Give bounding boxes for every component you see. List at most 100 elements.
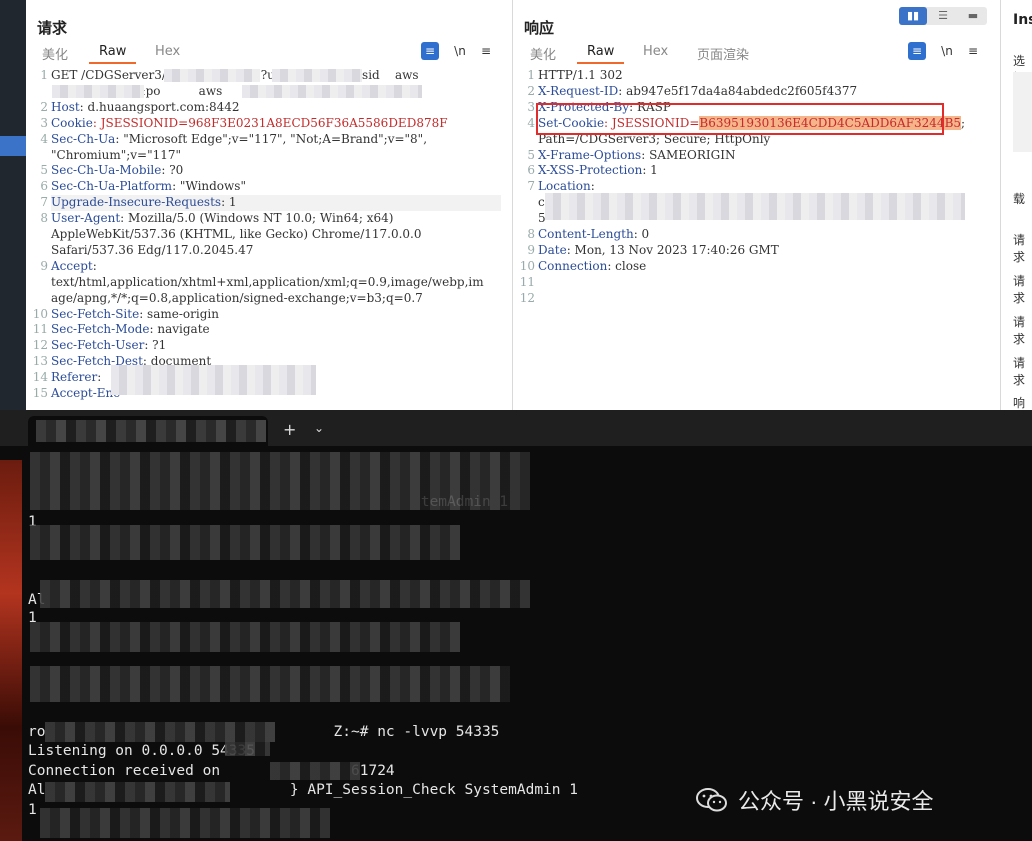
inspector-item[interactable]: 载	[1013, 190, 1025, 207]
line-number: 7	[527, 179, 535, 194]
split-view-icon[interactable]: ▮▮	[899, 7, 927, 25]
header-value: : navigate	[149, 322, 210, 337]
redacted-region	[111, 365, 316, 395]
line-number: 2	[40, 99, 48, 114]
header-name: X-XSS-Protection	[538, 163, 643, 178]
header-name: Host	[51, 99, 80, 114]
code-line: Accept:	[51, 259, 97, 275]
left-side-selected-item[interactable]	[0, 136, 26, 156]
header-value: : SAMEORIGIN	[641, 147, 736, 162]
layout-toggle: ▮▮ ☰ ▬	[899, 7, 987, 25]
horizontal-view-icon[interactable]: ☰	[929, 7, 957, 25]
request-tab-hex[interactable]: Hex	[155, 44, 180, 59]
chevron-down-icon[interactable]: ⌄	[314, 421, 324, 435]
raw-text: AppleWebKit/537.36 (KHTML, like Gecko) C…	[51, 227, 422, 241]
line-number: 10	[519, 258, 535, 273]
raw-text: age/apng,*/*;q=0.8,application/signed-ex…	[51, 290, 423, 305]
redacted-region	[242, 85, 422, 98]
code-line: Date: Mon, 13 Nov 2023 17:40:26 GMT	[538, 243, 779, 259]
header-value: : 0	[633, 227, 650, 241]
header-name: Accept-Enc	[51, 386, 120, 400]
redacted-region	[545, 193, 965, 220]
menu-icon[interactable]: ≡	[964, 42, 982, 60]
inspector-item[interactable]: 请求	[1013, 313, 1032, 347]
wrap-lines-icon[interactable]: ≡	[908, 42, 926, 60]
line-number: 3	[527, 99, 535, 114]
header-value: : "Microsoft Edge";v="117", "Not;A=Brand…	[115, 131, 428, 146]
header-value: : same-origin	[139, 306, 219, 321]
redacted-region	[164, 69, 260, 82]
inspector-item[interactable]: 请求	[1013, 354, 1032, 388]
background-window-edge	[0, 460, 22, 841]
inspector-item[interactable]: 请求	[1013, 272, 1032, 306]
line-number: 3	[40, 115, 48, 130]
line-number: 13	[32, 354, 48, 369]
header-name: Accept	[51, 258, 93, 273]
header-value: : ?0	[161, 163, 184, 178]
request-tab-raw[interactable]: Raw	[88, 44, 137, 64]
code-line: Sec-Ch-Ua-Platform: "Windows"	[51, 179, 246, 195]
code-line: User-Agent: Mozilla/5.0 (Windows NT 10.0…	[51, 211, 393, 227]
code-line: Accept-Enc	[51, 386, 120, 402]
redacted-region	[225, 742, 270, 756]
header-value: : 1	[642, 163, 658, 178]
single-view-icon[interactable]: ▬	[959, 7, 987, 25]
line-number: 4	[527, 115, 535, 130]
header-name: Connection	[538, 258, 608, 273]
code-line: Upgrade-Insecure-Requests: 1	[51, 195, 501, 212]
redacted-region	[30, 525, 460, 560]
raw-text: HTTP/1.1 302	[538, 68, 623, 82]
header-value: :	[92, 258, 97, 273]
response-tab-hex[interactable]: Hex	[643, 44, 668, 59]
header-name: Referer	[51, 370, 98, 385]
code-line: c	[538, 195, 545, 211]
code-line: Host: d.huaangsport.com:8442	[51, 100, 240, 116]
line-number: 10	[32, 306, 48, 321]
header-value: : ab947e5f17da4a84abdedc2f605f4377	[618, 83, 858, 98]
header-name: Location	[538, 179, 591, 194]
line-number: 7	[40, 195, 48, 210]
line-number: 8	[40, 211, 48, 226]
header-name: Content-Length	[538, 227, 634, 241]
line-number: 4	[40, 131, 48, 146]
code-line: Referer:	[51, 370, 101, 386]
redacted-region	[52, 85, 144, 98]
newline-toggle-icon[interactable]: \n	[938, 42, 956, 60]
wrap-lines-icon[interactable]: ≡	[421, 42, 439, 60]
response-pane: 响应 美化 Raw Hex 页面渲染 ≡ \n ≡ 1 HTTP/1.1 302 2…	[513, 0, 1001, 410]
header-value: : Mon, 13 Nov 2023 17:40:26 GMT	[566, 242, 779, 257]
response-tab-raw[interactable]: Raw	[576, 44, 625, 64]
code-line: Sec-Fetch-Mode: navigate	[51, 322, 210, 338]
raw-text: text/html,application/xhtml+xml,applicat…	[51, 274, 484, 289]
left-side-panel	[0, 0, 26, 410]
inspector-pane: Ins 选择 载 请求 请求 请求 请求 响应	[1001, 0, 1032, 427]
raw-text: Safari/537.36 Edg/117.0.2045.47	[51, 242, 254, 257]
header-name: Date	[538, 242, 567, 257]
code-line: Cookie: JSESSIONID=968F3E0231A8ECD56F36A…	[51, 116, 448, 132]
header-value: :	[97, 370, 102, 385]
new-tab-icon[interactable]: +	[283, 420, 296, 439]
code-line: Safari/537.36 Edg/117.0.2045.47	[51, 243, 253, 259]
response-tab-render[interactable]: 页面渲染	[697, 44, 749, 63]
newline-toggle-icon[interactable]: \n	[451, 42, 469, 60]
response-tab-pretty[interactable]: 美化	[530, 44, 556, 63]
line-number: 2	[527, 83, 535, 98]
header-name: Sec-Ch-Ua	[51, 131, 116, 146]
line-number: 11	[519, 274, 535, 289]
inspector-item[interactable]: 请求	[1013, 231, 1032, 265]
code-line: Connection: close	[538, 259, 646, 275]
response-toolbar: ≡ \n ≡	[908, 42, 988, 62]
code-line: "Chromium";v="117"	[51, 148, 181, 164]
header-value: :	[590, 179, 595, 194]
header-name: Sec-Fetch-Mode	[51, 322, 150, 337]
redacted-region	[270, 762, 360, 780]
code-line: Sec-Ch-Ua: "Microsoft Edge";v="117", "No…	[51, 132, 427, 148]
menu-icon[interactable]: ≡	[477, 42, 495, 60]
header-name: User-Agent	[51, 211, 121, 226]
header-name: Sec-Fetch-Site	[51, 306, 140, 321]
header-name: Sec-Ch-Ua-Mobile	[51, 163, 162, 178]
request-tab-pretty[interactable]: 美化	[42, 44, 68, 63]
header-value: : ?1	[144, 338, 167, 353]
request-toolbar: ≡ \n ≡	[421, 42, 501, 62]
line-number: 15	[32, 386, 48, 400]
